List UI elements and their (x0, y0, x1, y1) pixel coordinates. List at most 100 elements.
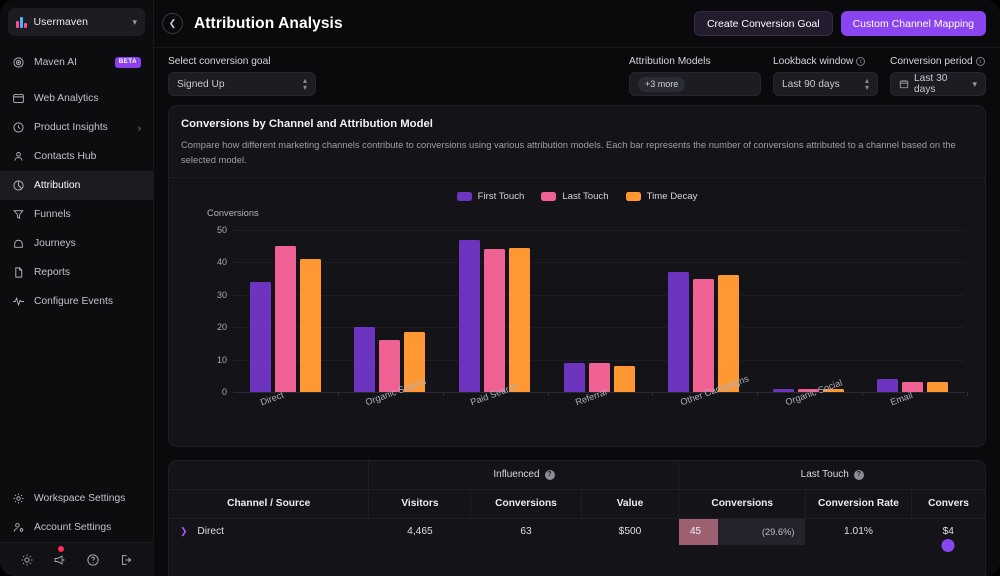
bar[interactable] (613, 366, 635, 392)
bar[interactable] (508, 247, 530, 392)
sidebar-footer-nav: Workspace Settings Account Settings (0, 482, 153, 542)
column-header-value[interactable]: Value (580, 489, 679, 519)
create-conversion-goal-button[interactable]: Create Conversion Goal (693, 11, 833, 36)
megaphone-icon[interactable] (53, 544, 67, 567)
table-group-header-row: Influenced ? Last Touch ? (169, 461, 985, 490)
sidebar-bottom-bar (0, 542, 153, 576)
column-header-channel-source[interactable]: Channel / Source (169, 489, 369, 519)
calendar-icon (899, 79, 909, 89)
models-more-chip: +3 more (638, 76, 686, 92)
window-icon (12, 92, 25, 105)
y-axis-tick: 40 (216, 257, 227, 268)
question-icon[interactable]: ? (544, 469, 555, 480)
y-axis-tick: 20 (216, 322, 227, 333)
custom-channel-mapping-button[interactable]: Custom Channel Mapping (840, 11, 986, 36)
bar-group (756, 230, 861, 392)
sidebar-item-contacts-hub[interactable]: Contacts Hub (0, 142, 153, 171)
chevron-right-icon[interactable]: ❯ (180, 526, 188, 536)
help-circle-icon[interactable] (86, 553, 100, 567)
attribution-models-filter: Attribution Models +3 more (629, 56, 761, 96)
group-header-last-touch: Last Touch ? (678, 461, 985, 490)
column-header-influenced-conversions[interactable]: Conversions (470, 489, 582, 519)
bar[interactable] (354, 327, 376, 392)
bar[interactable] (927, 382, 949, 392)
column-header-visitors[interactable]: Visitors (368, 489, 471, 519)
bar[interactable] (718, 275, 740, 392)
theme-sun-icon[interactable] (20, 553, 34, 567)
bar-group (338, 230, 443, 392)
sidebar-item-funnels[interactable]: Funnels (0, 200, 153, 229)
table-row[interactable]: ❯ Direct 4,465 63 $500 45 (29.6%) 1.01% … (169, 518, 985, 552)
row-last-touch-conversions: 45 (29.6%) (678, 518, 806, 545)
bar[interactable] (563, 362, 585, 392)
row-conversion-rate: 1.01% (844, 526, 873, 537)
sidebar-item-product-insights[interactable]: Product Insights › (0, 113, 153, 142)
sidebar-item-configure-events[interactable]: Configure Events (0, 287, 153, 316)
chart-area: First Touch Last Touch Time Decay Conversi… (169, 178, 985, 446)
sidebar-item-reports[interactable]: Reports (0, 258, 153, 287)
bar[interactable] (299, 259, 321, 392)
bar[interactable] (877, 379, 899, 392)
sidebar-item-account-settings[interactable]: Account Settings (0, 513, 153, 542)
attribution-table-card: Influenced ? Last Touch ? Channel / Sour… (168, 460, 986, 576)
row-last-touch-pct: (29.6%) (761, 526, 795, 537)
chevron-left-icon[interactable]: ❮ (162, 13, 183, 34)
question-icon[interactable]: ? (853, 469, 864, 480)
group-header-label: Influenced (493, 469, 540, 481)
sidebar-item-label: Attribution (34, 180, 81, 191)
sidebar-item-attribution[interactable]: Attribution (0, 171, 153, 200)
bar[interactable] (902, 382, 924, 392)
sidebar-item-label: Web Analytics (34, 93, 99, 104)
x-axis-tick (757, 392, 759, 396)
top-bar: ❮ Attribution Analysis Create Conversion… (154, 0, 1000, 48)
conversion-period-text: Conversion period (890, 56, 973, 67)
attribution-analysis-app: Usermaven ▾ Maven AI BETA Web Analytics (0, 0, 1000, 576)
legend-item-time-decay[interactable]: Time Decay (625, 191, 697, 202)
legend-item-first-touch[interactable]: First Touch (456, 191, 524, 202)
info-icon[interactable]: i (856, 57, 866, 66)
chevron-down-icon: ▾ (972, 78, 977, 89)
sidebar-nav: Maven AI BETA Web Analytics Product Insi… (0, 46, 153, 316)
logout-icon[interactable] (119, 553, 133, 567)
conversion-period-select[interactable]: Last 30 days ▾ (890, 72, 986, 96)
sidebar-item-journeys[interactable]: Journeys (0, 229, 153, 258)
document-icon (12, 266, 25, 279)
x-axis-tick (442, 392, 444, 396)
info-icon[interactable]: i (975, 57, 985, 66)
conversion-goal-select[interactable]: Signed Up ▴ ▾ (168, 72, 316, 96)
bar[interactable] (693, 278, 715, 392)
row-channel-cell[interactable]: ❯ Direct (169, 518, 369, 545)
bar[interactable] (379, 340, 401, 392)
column-header-conversion-value[interactable]: Convers (911, 489, 985, 519)
sidebar-item-label: Contacts Hub (34, 151, 97, 162)
bar-group (651, 230, 756, 392)
column-header-last-touch-conversions[interactable]: Conversions (678, 489, 806, 519)
bar[interactable] (249, 281, 271, 392)
bar[interactable] (274, 246, 296, 392)
sidebar-item-label: Product Insights (34, 122, 108, 133)
journey-icon (12, 237, 25, 250)
conversion-goal-label: Select conversion goal (168, 56, 271, 67)
attribution-table: Influenced ? Last Touch ? Channel / Sour… (169, 461, 985, 552)
sidebar-item-label: Workspace Settings (34, 493, 126, 504)
attribution-models-select[interactable]: +3 more (629, 72, 761, 96)
sidebar-item-web-analytics[interactable]: Web Analytics (0, 84, 153, 113)
bar[interactable] (772, 388, 794, 392)
chart-description: Compare how different marketing channels… (181, 139, 956, 165)
group-header-label: Last Touch (800, 469, 849, 481)
chevron-updown-icon: ▴ ▾ (302, 76, 307, 92)
beta-badge: BETA (114, 57, 141, 68)
column-header-conversion-rate[interactable]: Conversion Rate (804, 489, 912, 519)
legend-item-last-touch[interactable]: Last Touch (541, 191, 609, 202)
y-axis-tick: 10 (216, 354, 227, 365)
bar[interactable] (668, 272, 690, 392)
sidebar-item-maven-ai[interactable]: Maven AI BETA (0, 48, 153, 77)
row-visitors: 4,465 (407, 526, 433, 537)
bar[interactable] (458, 239, 480, 392)
bar[interactable] (483, 249, 505, 392)
lookback-window-select[interactable]: Last 90 days ▴ ▾ (773, 72, 878, 96)
sidebar-item-workspace-settings[interactable]: Workspace Settings (0, 484, 153, 513)
chart-legend: First Touch Last Touch Time Decay (183, 188, 971, 204)
x-axis-tick (547, 392, 549, 396)
workspace-switcher[interactable]: Usermaven ▾ (8, 8, 145, 36)
